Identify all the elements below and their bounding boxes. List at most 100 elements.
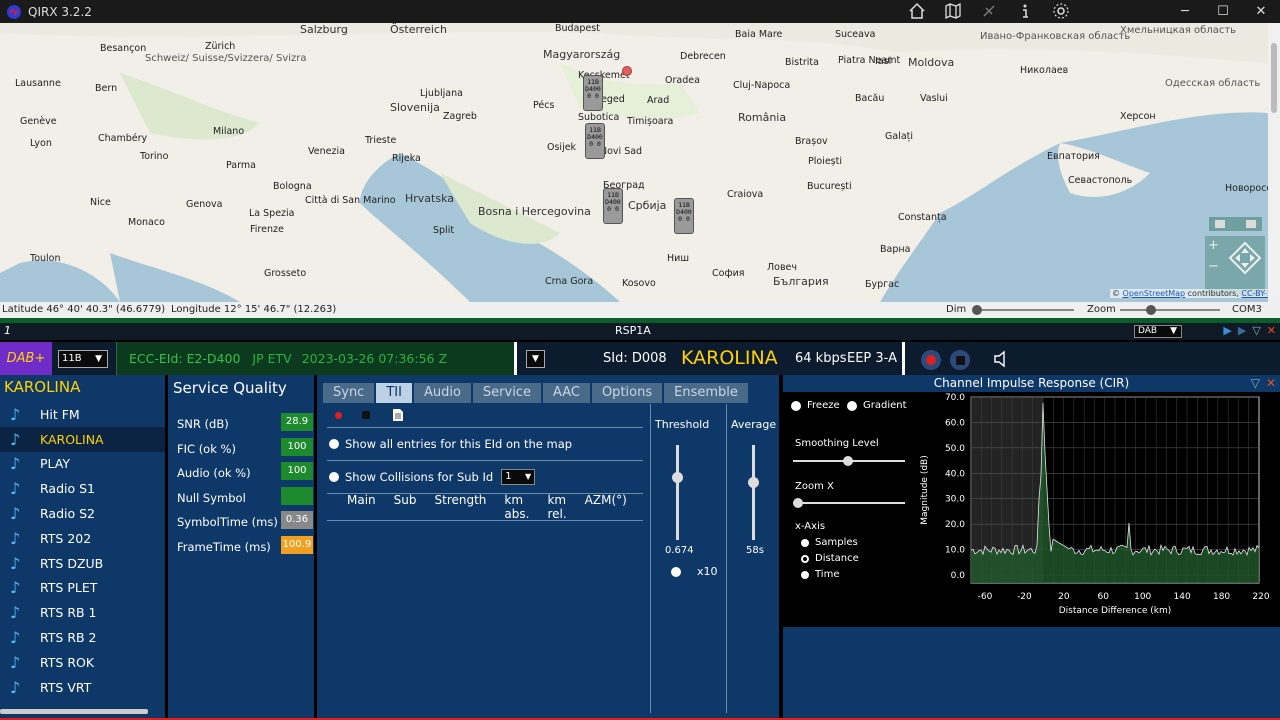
radio-circle-icon[interactable] [329,472,339,482]
quality-row: FrameTime (ms) 100.9 [177,535,317,554]
map-label: Kosovo [622,278,656,289]
zoomx-slider[interactable] [793,498,905,508]
zoom-slider[interactable] [1120,305,1220,315]
transmitter-pin[interactable]: 11B D400 0 0 [583,75,603,111]
check-circle-icon[interactable] [329,439,339,449]
transmitter-pin[interactable]: 11B D400 0 0 [603,188,623,224]
record-button[interactable] [921,350,941,370]
threshold-slider[interactable] [672,445,683,540]
smoothing-slider[interactable] [793,456,905,466]
map-pan-icon[interactable] [1228,241,1262,275]
info-icon[interactable] [1016,2,1034,20]
service-dropdown[interactable]: ▼ [526,350,545,368]
service-list-item[interactable]: ♪ RTS PLET [0,576,165,601]
service-label: RTS RB 2 [40,630,97,646]
collapse-icon[interactable]: ▽ [1252,324,1260,337]
service-list-item[interactable]: ♪ Radio S1 [0,476,165,501]
speaker-icon[interactable] [993,350,1009,368]
column-header[interactable]: Sub [394,493,417,521]
map-label: Osijek [547,142,577,153]
transmitter-pin[interactable]: 11B D400 0 0 [674,198,694,234]
transmitter-pin[interactable]: 11B D400 0 0 [585,123,605,159]
map-label: Magyarország [543,48,621,61]
maximize-button[interactable]: ☐ [1204,0,1242,23]
tab-ensemble[interactable]: Ensemble [664,383,748,403]
close-button[interactable]: ✕ [1242,0,1280,23]
map-label: Grosseto [264,268,307,279]
column-header[interactable]: km rel. [547,493,566,521]
music-note-icon: ♪ [10,553,21,573]
gradient-checkbox[interactable] [847,400,857,411]
map-icon[interactable] [944,2,962,20]
column-header[interactable]: Main [347,493,376,521]
home-icon[interactable] [908,2,926,20]
tii-map[interactable]: Salzburg Österreich Budapest Baia Mare S… [0,23,1268,302]
satellite-icon[interactable] [980,2,998,20]
service-list-item[interactable]: ♪ RTS RB 2 [0,625,165,650]
map-label: Варна [880,244,911,255]
dab-plus-badge: DAB+ [0,342,52,375]
freeze-checkbox[interactable] [791,400,801,411]
x10-radio[interactable] [671,566,681,577]
map-label: Bosna i Hercegovina [478,205,591,218]
close-icon[interactable]: ✕ [1266,375,1276,392]
samples-radio[interactable] [801,538,809,547]
channel-value: 11B [62,353,82,364]
map-layer-a-icon[interactable] [1215,220,1225,228]
column-header[interactable]: Strength [435,493,487,521]
settings-gear-icon[interactable] [1052,2,1070,20]
dim-label: Dim [946,304,967,315]
tab-audio[interactable]: Audio [413,383,471,403]
service-list-item[interactable]: ♪ RTS RB 1 [0,600,165,625]
map-label: Slovenija [390,101,440,114]
cir-chart[interactable]: 70.0 60.0 50.0 40.0 30.0 20.0 10.0 0.0 -60 -20 20 6… [913,393,1273,623]
service-list-item[interactable]: ♪ RTS DZUB [0,551,165,576]
service-list-item[interactable]: ♪ RTS 202 [0,526,165,551]
service-list-item[interactable]: ♪ Radio S2 [0,501,165,526]
average-slider[interactable] [748,445,759,540]
collapse-icon[interactable]: ▽ [1251,375,1260,392]
osm-link[interactable]: OpenStreetMap [1123,289,1186,298]
map-label: Николаев [1020,65,1069,76]
play-icon[interactable]: ▶ [1223,324,1231,337]
column-header[interactable]: AZM(°) [585,493,627,521]
service-list-item[interactable]: ♪ RTS ROK [0,650,165,675]
column-header[interactable]: km abs. [504,493,529,521]
close-icon[interactable]: ✕ [1267,324,1276,337]
show-collisions-row[interactable]: Show Collisions for Sub Id 1 ▼ [327,461,643,493]
horizontal-scrollbar[interactable] [0,709,148,714]
eep-profile: EEP 3-A [847,351,897,366]
map-label: Србија [628,199,667,212]
map-label: Новоросс... [1225,183,1268,194]
tab-sync[interactable]: Sync [323,383,375,403]
map-label: Torino [140,151,169,162]
chevron-down-icon: ▼ [525,472,532,481]
zoom-out-icon[interactable]: − [1208,259,1219,274]
zoom-in-icon[interactable]: + [1208,238,1219,253]
map-scrollbar[interactable] [1268,23,1280,302]
sub-id-select[interactable]: 1 ▼ [501,469,536,485]
minimize-button[interactable]: ─ [1166,0,1204,23]
dim-slider[interactable] [972,305,1074,315]
map-label: Genova [186,199,223,210]
scrollbar-thumb[interactable] [1271,43,1277,113]
service-list-item[interactable]: ♪ Hit FM [0,402,165,427]
service-list-item[interactable]: ♪ RTS VRT [0,675,165,700]
mode-select[interactable]: DAB ▼ [1134,325,1182,338]
license-link[interactable]: CC-BY-SA [1241,289,1268,298]
play-next-icon[interactable]: ▶ [1238,324,1246,337]
time-radio[interactable] [801,570,809,579]
stop-button[interactable] [950,350,970,370]
distance-radio[interactable] [801,554,809,563]
channel-select[interactable]: 11B ▼ [58,350,108,368]
tab-tii[interactable]: TII [376,383,412,403]
service-list-item[interactable]: ♪ KAROLINA [0,426,165,452]
tab-aac[interactable]: AAC [542,383,590,403]
map-layer-b-icon[interactable] [1246,220,1256,228]
map-layer-switch[interactable] [1209,217,1262,231]
com-port: COM3 [1232,304,1262,315]
show-all-row[interactable]: Show all entries for this EId on the map [327,428,643,460]
service-list-item[interactable]: ♪ PLAY [0,452,165,477]
tab-service[interactable]: Service [472,383,541,403]
tab-options[interactable]: Options [591,383,663,403]
